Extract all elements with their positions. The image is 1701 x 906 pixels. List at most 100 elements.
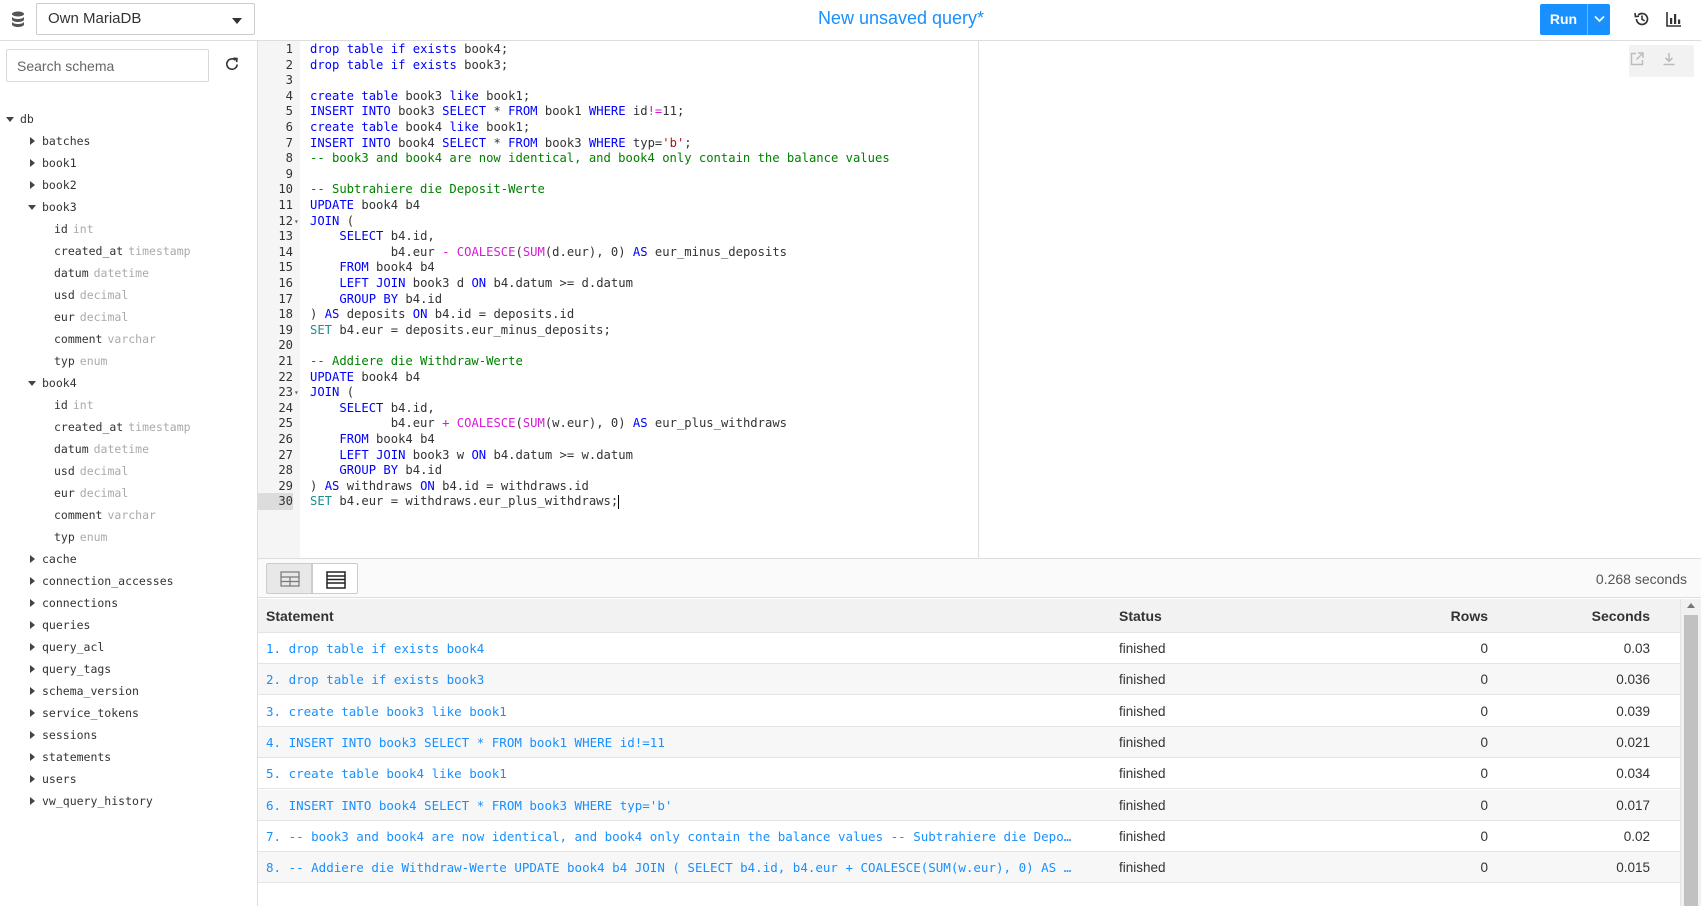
database-item[interactable]: db [0,108,258,130]
statement-cell[interactable]: 7. -- book3 and book4 are now identical,… [266,821,1088,852]
code-line[interactable]: 7 INSERT INTO book4 SELECT * FROM book3 W… [258,135,978,152]
history-icon[interactable] [1633,10,1651,28]
column-item[interactable]: usd decimal [0,460,258,482]
caret-right-icon[interactable] [28,592,38,614]
statement-cell[interactable]: 4. INSERT INTO book3 SELECT * FROM book1… [266,727,1088,758]
grid-view-button[interactable] [266,563,312,594]
fold-toggle-icon[interactable]: ▾ [294,384,299,401]
statement-cell[interactable]: 2. drop table if exists book3 [266,664,1088,695]
table-item[interactable]: connections [0,592,258,614]
table-row[interactable]: 4. INSERT INTO book3 SELECT * FROM book1… [258,726,1680,758]
table-row[interactable]: 6. INSERT INTO book4 SELECT * FROM book3… [258,789,1680,821]
caret-right-icon[interactable] [28,658,38,680]
code-line[interactable]: 2 drop table if exists book3; [258,57,978,74]
code-line[interactable]: 26 FROM book4 b4 [258,431,978,448]
caret-right-icon[interactable] [28,746,38,768]
code-line[interactable]: 19 SET b4.eur = deposits.eur_minus_deposi… [258,322,978,339]
code-line[interactable]: 25 b4.eur + COALESCE(SUM(w.eur), 0) AS e… [258,415,978,432]
column-item[interactable]: created_at timestamp [0,416,258,438]
code-line[interactable]: 28 GROUP BY b4.id [258,462,978,479]
run-button[interactable]: Run [1540,4,1587,35]
code-line[interactable]: 13 SELECT b4.id, [258,228,978,245]
caret-right-icon[interactable] [28,790,38,812]
table-item[interactable]: book2 [0,174,258,196]
caret-right-icon[interactable] [28,152,38,174]
download-icon[interactable] [1661,51,1677,67]
results-scrollbar[interactable] [1680,599,1701,906]
table-item[interactable]: book4 [0,372,258,394]
column-item[interactable]: eur decimal [0,482,258,504]
table-item[interactable]: book3 [0,196,258,218]
caret-down-icon[interactable] [28,196,38,218]
caret-right-icon[interactable] [28,724,38,746]
statement-cell[interactable]: 1. drop table if exists book4 [266,633,1088,664]
caret-down-icon[interactable] [6,108,16,130]
code-line[interactable]: 27 LEFT JOIN book3 w ON b4.datum >= w.da… [258,447,978,464]
table-item[interactable]: statements [0,746,258,768]
table-item[interactable]: query_acl [0,636,258,658]
caret-right-icon[interactable] [28,680,38,702]
table-row[interactable]: 3. create table book3 like book1 finished… [258,696,1680,727]
table-item[interactable]: schema_version [0,680,258,702]
table-row[interactable]: 2. drop table if exists book3 finished 0 0.… [258,664,1680,696]
code-line[interactable]: 22 UPDATE book4 b4 [258,369,978,386]
code-line[interactable]: 24 SELECT b4.id, [258,400,978,417]
caret-right-icon[interactable] [28,636,38,658]
statement-header[interactable]: Statement [266,599,1088,633]
caret-right-icon[interactable] [28,570,38,592]
table-item[interactable]: service_tokens [0,702,258,724]
table-row[interactable]: 5. create table book4 like book1 finished… [258,758,1680,790]
caret-right-icon[interactable] [28,702,38,724]
refresh-icon[interactable] [224,56,240,72]
column-item[interactable]: usd decimal [0,284,258,306]
scroll-up-arrow-icon[interactable] [1687,603,1695,608]
code-line[interactable]: 18) AS deposits ON b4.id = deposits.id [258,306,978,323]
open-in-new-window-icon[interactable] [1629,51,1645,67]
code-line[interactable]: 20 [258,337,978,354]
column-item[interactable]: datum datetime [0,262,258,284]
status-header[interactable]: Status [1118,599,1268,633]
code-line[interactable]: 21 -- Addiere die Withdraw-Werte [258,353,978,370]
statement-cell[interactable]: 3. create table book3 like book1 [266,696,1088,727]
caret-down-icon[interactable] [28,372,38,394]
column-item[interactable]: id int [0,394,258,416]
code-line[interactable]: 6 create table book4 like book1; [258,119,978,136]
code-line[interactable]: 14 b4.eur - COALESCE(SUM(d.eur), 0) AS e… [258,244,978,261]
code-line[interactable]: 9 [258,166,978,183]
code-line[interactable]: 23 ▾ JOIN ( [258,384,978,401]
column-item[interactable]: created_at timestamp [0,240,258,262]
code-line[interactable]: 16 LEFT JOIN book3 d ON b4.datum >= d.da… [258,275,978,292]
caret-right-icon[interactable] [28,130,38,152]
query-title[interactable]: New unsaved query* [700,8,1102,29]
connection-select[interactable]: Own MariaDB [36,3,255,35]
column-item[interactable]: comment varchar [0,504,258,526]
caret-right-icon[interactable] [28,174,38,196]
table-item[interactable]: sessions [0,724,258,746]
code-line[interactable]: 5 INSERT INTO book3 SELECT * FROM book1 W… [258,103,978,120]
code-area[interactable]: 1 drop table if exists book4; 2 drop table … [258,41,978,558]
code-line[interactable]: 3 [258,72,978,89]
code-line[interactable]: 4 create table book3 like book1; [258,88,978,105]
table-item[interactable]: vw_query_history [0,790,258,812]
sql-editor[interactable]: 1 drop table if exists book4; 2 drop table … [258,41,978,558]
caret-right-icon[interactable] [28,768,38,790]
code-line[interactable]: 1 drop table if exists book4; [258,41,978,58]
schema-search-input[interactable] [6,49,209,82]
caret-right-icon[interactable] [28,548,38,570]
table-row[interactable]: 1. drop table if exists book4 finished 0 0.… [258,633,1680,664]
code-line[interactable]: 10 -- Subtrahiere die Deposit-Werte [258,181,978,198]
code-line[interactable]: 8 -- book3 and book4 are now identical, a… [258,150,978,167]
seconds-header[interactable]: Seconds [1498,599,1650,633]
statement-cell[interactable]: 8. -- Addiere die Withdraw-Werte UPDATE … [266,852,1088,883]
column-item[interactable]: datum datetime [0,438,258,460]
table-item[interactable]: cache [0,548,258,570]
code-line[interactable]: 12 ▾ JOIN ( [258,213,978,230]
scrollbar-thumb[interactable] [1684,615,1698,906]
statement-cell[interactable]: 5. create table book4 like book1 [266,758,1088,789]
statement-cell[interactable]: 6. INSERT INTO book4 SELECT * FROM book3… [266,790,1088,821]
table-item[interactable]: batches [0,130,258,152]
caret-right-icon[interactable] [28,614,38,636]
code-line[interactable]: 30 SET b4.eur = withdraws.eur_plus_withdr… [258,493,978,511]
bar-chart-icon[interactable] [1665,10,1683,28]
table-item[interactable]: book1 [0,152,258,174]
